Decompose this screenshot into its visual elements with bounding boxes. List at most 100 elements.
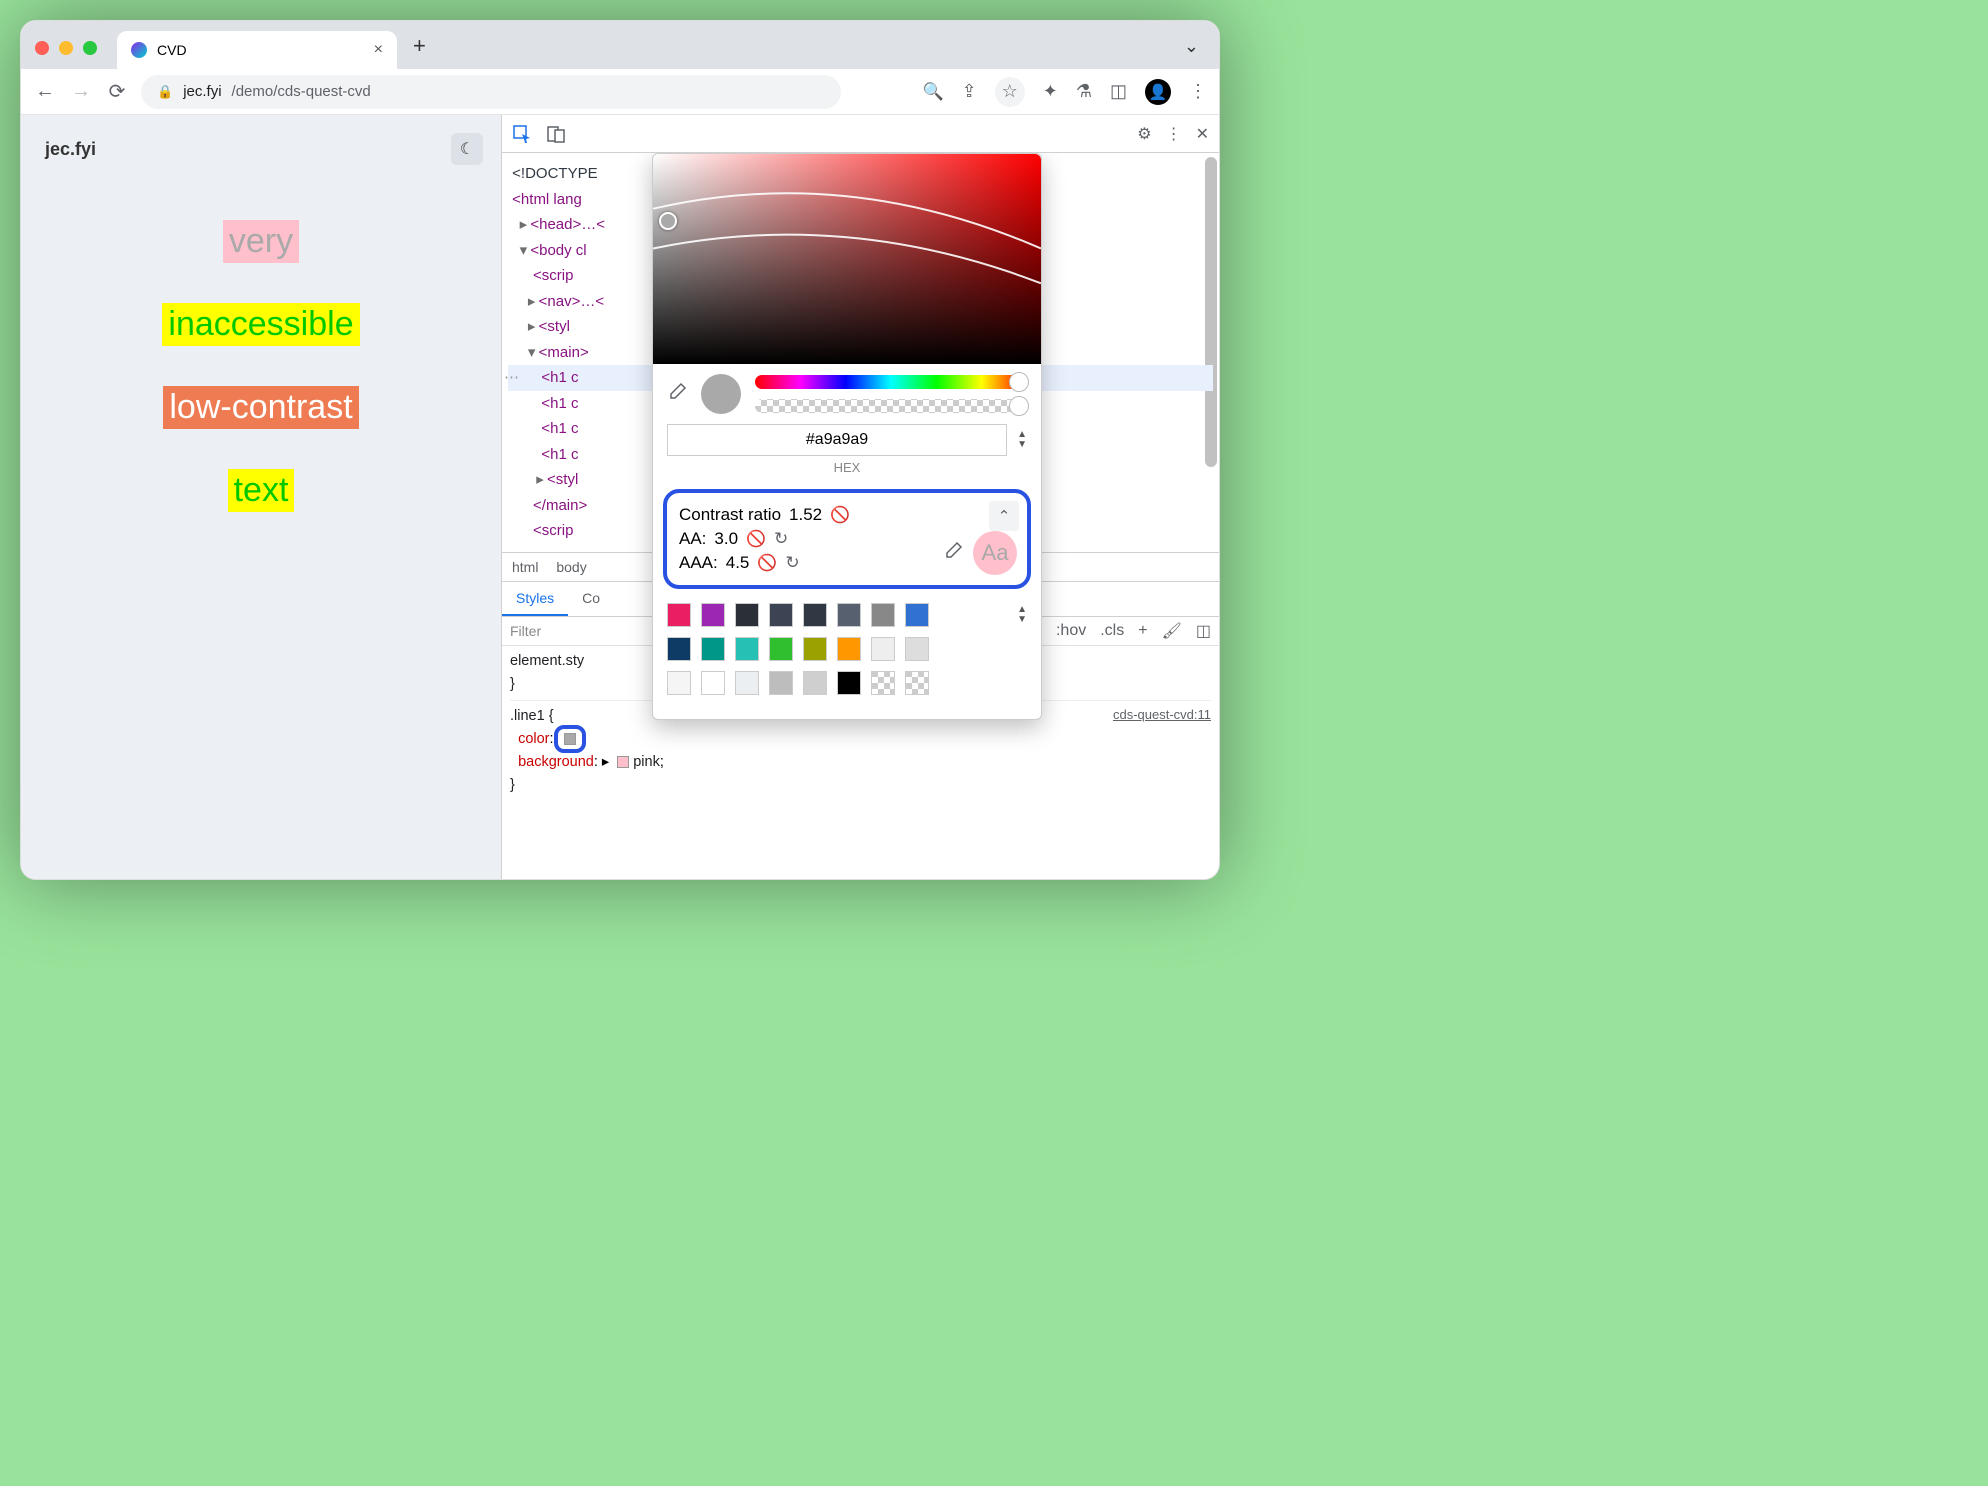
alpha-handle[interactable] [1009, 396, 1029, 416]
eyedropper-icon[interactable] [667, 382, 687, 406]
palette-swatch[interactable] [667, 671, 691, 695]
contrast-collapse-icon[interactable]: ⌃ [989, 501, 1019, 531]
palette-row [667, 671, 1027, 695]
color-spectrum[interactable] [653, 154, 1041, 364]
palette-swatch[interactable] [905, 671, 929, 695]
palette-swatch[interactable] [701, 671, 725, 695]
bookmark-icon[interactable]: ☆ [995, 77, 1025, 107]
aa-value: 3.0 [714, 529, 738, 549]
aa-fix-icon[interactable]: ↻ [774, 529, 788, 549]
palette-swatch[interactable] [735, 603, 759, 627]
tabs-overflow-icon[interactable]: ⌄ [1184, 36, 1199, 57]
theme-toggle-button[interactable]: ☾ [451, 133, 483, 165]
color-palette: ▲▼ [653, 595, 1041, 719]
demo-line-3: low-contrast [163, 386, 358, 429]
toggle-cls[interactable]: .cls [1100, 622, 1124, 640]
palette-swatch[interactable] [769, 671, 793, 695]
palette-swatch[interactable] [803, 637, 827, 661]
hex-input[interactable]: #a9a9a9 [667, 424, 1007, 456]
devtools-settings-icon[interactable]: ⚙ [1137, 124, 1151, 144]
color-picker: #a9a9a9 ▲▼ HEX ⌃ Contrast ratio 1.52 🚫 A… [652, 153, 1042, 720]
format-stepper[interactable]: ▲▼ [1017, 430, 1027, 450]
palette-swatch[interactable] [803, 603, 827, 627]
color-swatch-current[interactable] [554, 725, 586, 753]
profile-icon[interactable]: 👤 [1145, 79, 1171, 105]
page-site-title: jec.fyi [45, 139, 477, 160]
address-bar[interactable]: 🔒 jec.fyi/demo/cds-quest-cvd [141, 75, 841, 109]
minimize-window-button[interactable] [59, 41, 73, 55]
side-panel-icon[interactable]: ◫ [1110, 81, 1127, 102]
tab-close-icon[interactable]: × [374, 41, 383, 59]
aa-fail-icon: 🚫 [746, 529, 766, 549]
devtools-menu-icon[interactable]: ⋮ [1166, 124, 1182, 144]
palette-swatch[interactable] [837, 671, 861, 695]
extensions-icon[interactable]: ✦ [1043, 81, 1058, 102]
crumb-html[interactable]: html [512, 559, 538, 575]
maximize-window-button[interactable] [83, 41, 97, 55]
hue-slider[interactable] [755, 375, 1027, 389]
aa-label: AA: [679, 529, 706, 549]
palette-swatch[interactable] [667, 603, 691, 627]
close-window-button[interactable] [35, 41, 49, 55]
palette-swatch[interactable] [871, 671, 895, 695]
new-tab-button[interactable]: + [413, 33, 426, 59]
url-path: /demo/cds-quest-cvd [232, 83, 371, 100]
source-link[interactable]: cds-quest-cvd:11 [1113, 705, 1211, 726]
lock-icon: 🔒 [157, 84, 173, 100]
inspect-element-icon[interactable] [512, 124, 532, 144]
hue-handle[interactable] [1009, 372, 1029, 392]
color-swatch-pink[interactable] [617, 756, 629, 768]
alpha-slider[interactable] [755, 399, 1027, 413]
palette-swatch[interactable] [667, 637, 691, 661]
contrast-fail-icon: 🚫 [830, 505, 850, 525]
browser-tab[interactable]: CVD × [117, 31, 397, 69]
devtools-scrollbar[interactable] [1205, 157, 1217, 467]
contrast-sample: Aa [973, 531, 1017, 575]
contrast-title: Contrast ratio [679, 505, 781, 525]
palette-stepper[interactable]: ▲▼ [1017, 605, 1027, 625]
styles-paint-icon[interactable]: 🖌 [1162, 621, 1182, 641]
demo-line-4: text [228, 469, 295, 512]
tab-computed[interactable]: Co [568, 582, 614, 616]
styles-sidebar-icon[interactable]: ◫ [1196, 621, 1211, 641]
palette-swatch[interactable] [837, 637, 861, 661]
styles-filter-input[interactable]: Filter [510, 623, 541, 639]
new-style-rule-button[interactable]: + [1138, 622, 1147, 640]
toggle-hov[interactable]: :hov [1056, 622, 1086, 640]
palette-swatch[interactable] [769, 603, 793, 627]
tab-styles[interactable]: Styles [502, 582, 568, 616]
palette-swatch[interactable] [701, 637, 725, 661]
zoom-icon[interactable]: 🔍 [922, 82, 943, 102]
title-bar: CVD × + ⌄ [21, 21, 1219, 69]
palette-swatch[interactable] [871, 603, 895, 627]
palette-swatch[interactable] [803, 671, 827, 695]
palette-swatch[interactable] [905, 637, 929, 661]
palette-swatch[interactable] [735, 671, 759, 695]
palette-swatch[interactable] [701, 603, 725, 627]
aaa-fix-icon[interactable]: ↻ [785, 553, 799, 573]
palette-swatch[interactable] [905, 603, 929, 627]
hex-label: HEX [653, 460, 1041, 483]
spectrum-handle[interactable] [659, 212, 677, 230]
labs-icon[interactable]: ⚗ [1076, 81, 1092, 102]
current-color-swatch [701, 374, 741, 414]
url-bar: ← → ⟳ 🔒 jec.fyi/demo/cds-quest-cvd 🔍 ⇪ ☆… [21, 69, 1219, 115]
crumb-body[interactable]: body [556, 559, 586, 575]
devtools-close-icon[interactable]: ✕ [1196, 124, 1209, 144]
demo-line-2: inaccessible [162, 303, 359, 346]
palette-swatch[interactable] [871, 637, 895, 661]
palette-swatch[interactable] [735, 637, 759, 661]
palette-swatch[interactable] [837, 603, 861, 627]
traffic-lights [35, 41, 97, 55]
aaa-fail-icon: 🚫 [757, 553, 777, 573]
palette-swatch[interactable] [769, 637, 793, 661]
reload-button[interactable]: ⟳ [105, 79, 129, 104]
back-button[interactable]: ← [33, 80, 57, 103]
palette-row: ▲▼ [667, 603, 1027, 627]
device-toolbar-icon[interactable] [546, 124, 566, 144]
bg-eyedropper-icon[interactable] [943, 541, 963, 565]
browser-menu-icon[interactable]: ⋮ [1189, 81, 1207, 102]
favicon-icon [131, 42, 147, 58]
share-icon[interactable]: ⇪ [962, 81, 977, 102]
contrast-ratio-value: 1.52 [789, 505, 822, 525]
